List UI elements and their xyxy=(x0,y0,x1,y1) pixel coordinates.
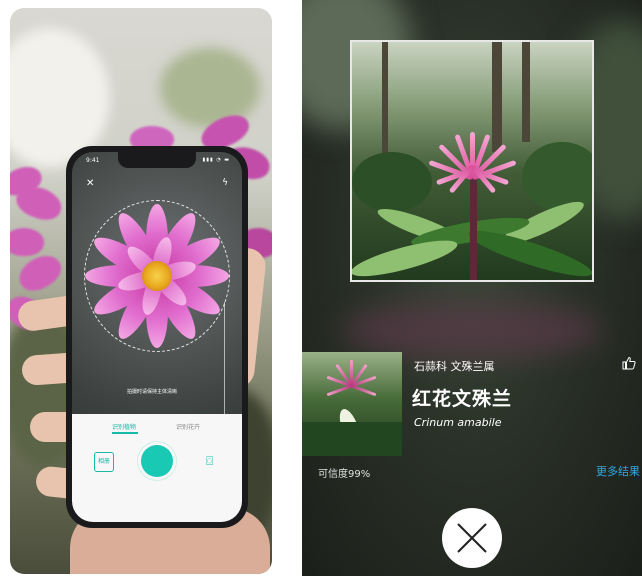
album-button[interactable]: 相册 xyxy=(94,452,114,472)
tree-trunk xyxy=(492,42,502,152)
result-thumbnail[interactable] xyxy=(302,352,402,456)
petal xyxy=(350,384,377,397)
app-preview-camera: 9:41 ▮▮▮ ◔ ▬ ✕ ϟ 拍摄时请保持主体清晰 识别植物 识别花卉 相册… xyxy=(10,8,272,574)
more-results-link[interactable]: 更多结果 xyxy=(596,463,640,479)
foliage xyxy=(522,142,592,212)
phone-screen: 9:41 ▮▮▮ ◔ ▬ ✕ ϟ 拍摄时请保持主体清晰 识别植物 识别花卉 相册… xyxy=(72,152,242,522)
phone-notch xyxy=(118,152,196,168)
status-icons: ▮▮▮ ◔ ▬ xyxy=(202,157,230,163)
flower-stem xyxy=(470,172,477,280)
status-time: 9:41 xyxy=(86,157,100,164)
bg-petal xyxy=(10,228,44,256)
confidence-label: 可信度99% xyxy=(318,469,371,480)
capture-hint: 拍摄时请保持主体清晰 xyxy=(126,389,177,395)
flash-icon[interactable]: ϟ xyxy=(222,178,228,188)
bg-petal xyxy=(13,249,67,297)
foliage xyxy=(352,152,432,212)
close-icon xyxy=(457,523,487,553)
bg-blur xyxy=(342,300,602,360)
tab-active-indicator xyxy=(112,432,138,434)
tree-trunk xyxy=(522,42,530,142)
phone-device: 9:41 ▮▮▮ ◔ ▬ ✕ ϟ 拍摄时请保持主体清晰 识别植物 识别花卉 相册… xyxy=(66,146,248,528)
captured-photo xyxy=(350,40,594,282)
petal xyxy=(326,384,353,397)
leaf xyxy=(352,233,461,280)
thumbs-up-icon[interactable] xyxy=(622,356,636,370)
camera-bottom-bar: 识别植物 识别花卉 相册 ⌼ xyxy=(72,414,242,522)
species-name: 红花文殊兰 xyxy=(412,388,513,410)
tab-identify-flower[interactable]: 识别花卉 xyxy=(176,422,200,431)
foliage xyxy=(302,422,402,456)
shutter-button[interactable] xyxy=(141,445,173,477)
close-icon[interactable]: ✕ xyxy=(86,178,94,189)
identification-result-screen: 石蒜科 文殊兰属 红花文殊兰 Crinum amabile 可信度99% 更多结… xyxy=(302,0,642,576)
tree-trunk xyxy=(382,42,388,162)
close-button[interactable] xyxy=(442,508,502,568)
bg-foliage xyxy=(160,48,260,128)
family-genus-label: 石蒜科 文殊兰属 xyxy=(414,360,495,373)
latin-name: Crinum amabile xyxy=(414,416,502,429)
segmentation-outline xyxy=(84,200,230,352)
tab-identify-plant[interactable]: 识别植物 xyxy=(112,422,136,431)
switch-camera-icon[interactable]: ⌼ xyxy=(206,454,213,469)
dahlia-flower-image xyxy=(80,198,234,354)
